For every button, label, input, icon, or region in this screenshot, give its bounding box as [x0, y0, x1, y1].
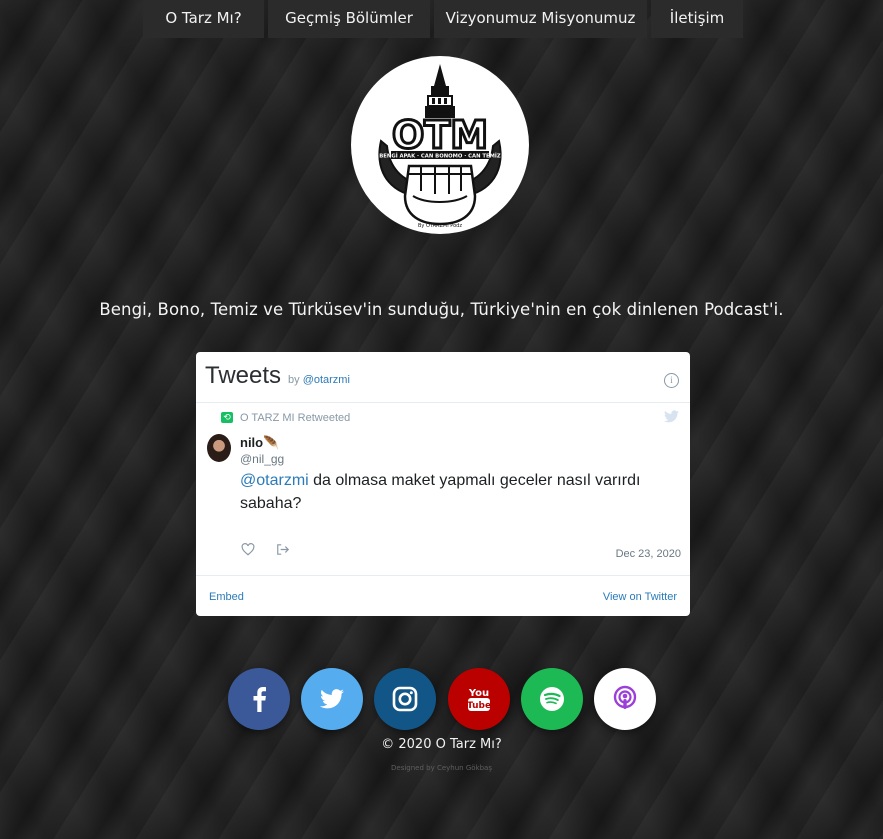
designed-by-text: Designed by Ceyhun Gökbaş — [391, 764, 492, 772]
nav-item-label: O Tarz Mı? — [165, 9, 242, 27]
nav-item-o-tarz-mi[interactable]: O Tarz Mı? — [143, 0, 264, 38]
widget-footer: Embed View on Twitter — [196, 575, 690, 616]
info-icon[interactable]: i — [664, 373, 679, 388]
author-handle[interactable]: @nil_gg — [240, 452, 284, 466]
youtube-button[interactable]: You Tube — [448, 668, 510, 730]
nav-item-label: İletişim — [669, 9, 725, 27]
tagline: Bengi, Bono, Temiz ve Türküsev'in sunduğ… — [99, 300, 784, 319]
instagram-icon — [392, 686, 418, 712]
logo-byline: By OTARZMI Podz — [418, 223, 462, 229]
logo-names-text: BENGİ APAK · CAN BONOMO · CAN TEMİZ — [379, 153, 501, 160]
logo-otm-text: OTM — [392, 113, 488, 157]
widget-title: Tweets — [205, 362, 282, 389]
twitter-bird-icon[interactable] — [664, 410, 679, 423]
otm-logo-graphic: OTM BENGİ APAK · CAN BONOMO · CAN TEMİZ … — [378, 64, 502, 229]
copyright-text: © 2020 O Tarz Mı? — [381, 737, 502, 752]
view-on-twitter-link[interactable]: View on Twitter — [603, 591, 677, 603]
widget-byline: by @otarzmi — [288, 374, 350, 386]
widget-header: Tweets by @otarzmi i — [196, 352, 690, 403]
embed-link[interactable]: Embed — [209, 591, 244, 603]
nav-item-label: Vizyonumuz Misyonumuz — [445, 9, 636, 27]
byline-prefix: by — [288, 374, 300, 386]
retweet-label: O TARZ MI Retweeted — [240, 412, 351, 424]
spotify-icon — [540, 687, 564, 711]
like-heart-icon[interactable] — [241, 543, 255, 556]
facebook-icon — [253, 687, 266, 712]
spotify-button[interactable] — [521, 668, 583, 730]
author-avatar[interactable] — [207, 434, 231, 462]
nav-item-label: Geçmiş Bölümler — [285, 9, 413, 27]
tweet-text: @otarzmi da olmasa maket yapmalı geceler… — [240, 469, 670, 515]
byline-handle-link[interactable]: @otarzmi — [303, 374, 350, 386]
twitter-icon — [320, 689, 344, 709]
nav-item-gecmis-bolumler[interactable]: Geçmiş Bölümler — [268, 0, 430, 38]
top-nav: O Tarz Mı? Geçmiş Bölümler Vizyonumuz Mi… — [0, 0, 883, 38]
svg-text:You: You — [468, 688, 489, 699]
tweet-date[interactable]: Dec 23, 2020 — [616, 548, 681, 560]
site-logo[interactable]: OTM BENGİ APAK · CAN BONOMO · CAN TEMİZ … — [351, 56, 529, 234]
share-icon[interactable] — [276, 543, 290, 556]
apple-podcasts-button[interactable] — [594, 668, 656, 730]
twitter-timeline-widget: Tweets by @otarzmi i ⟲ O TARZ MI Retweet… — [196, 352, 690, 616]
nav-item-iletisim[interactable]: İletişim — [651, 0, 743, 38]
podcasts-icon — [613, 685, 637, 709]
twitter-button[interactable] — [301, 668, 363, 730]
nav-item-vizyonumuz-misyonumuz[interactable]: Vizyonumuz Misyonumuz — [434, 0, 647, 38]
youtube-icon: You Tube — [467, 688, 491, 711]
retweet-icon: ⟲ — [221, 412, 233, 423]
tweet-mention-link[interactable]: @otarzmi — [240, 472, 309, 489]
svg-text:Tube: Tube — [467, 701, 491, 711]
author-name[interactable]: nilo🪶 — [240, 435, 279, 451]
instagram-button[interactable] — [374, 668, 436, 730]
facebook-button[interactable] — [228, 668, 290, 730]
